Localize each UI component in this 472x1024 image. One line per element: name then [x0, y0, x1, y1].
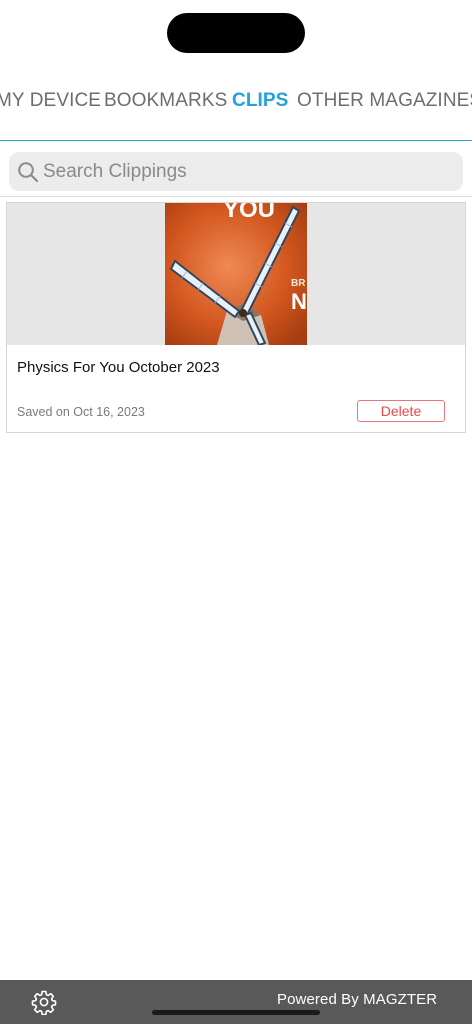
- tab-bookmarks[interactable]: BOOKMARKS: [104, 86, 227, 116]
- magazine-cover-image[interactable]: YOU BR NI: [165, 203, 307, 345]
- gear-icon[interactable]: [31, 989, 57, 1015]
- clip-title[interactable]: Physics For You October 2023: [17, 359, 220, 376]
- search-icon: [18, 162, 39, 183]
- tab-bar: MY DEVICE BOOKMARKS CLIPS OTHER MAGAZINE…: [0, 86, 472, 118]
- cover-side-text-small: BR: [291, 278, 306, 289]
- clip-thumbnail-area: YOU BR NI: [7, 203, 465, 345]
- clip-saved-date: Saved on Oct 16, 2023: [17, 405, 145, 419]
- search-input[interactable]: [43, 152, 453, 191]
- dynamic-island: [167, 13, 305, 53]
- cover-masthead-text: YOU: [223, 203, 275, 223]
- tab-clips[interactable]: CLIPS: [232, 86, 288, 116]
- home-indicator[interactable]: [152, 1010, 320, 1015]
- tab-my-device[interactable]: MY DEVICE: [0, 86, 101, 116]
- search-bar[interactable]: [9, 152, 463, 191]
- search-divider: [0, 196, 472, 197]
- powered-by-text: Powered By MAGZTER: [277, 991, 438, 1008]
- footer-bar: Powered By MAGZTER: [0, 980, 472, 1024]
- clip-card[interactable]: YOU BR NI Physics For You October 2023: [6, 202, 466, 433]
- tab-bar-divider: [0, 140, 472, 141]
- cover-side-text-large: NI: [291, 289, 307, 314]
- delete-clip-button[interactable]: Delete: [357, 400, 445, 422]
- tab-other-magazines[interactable]: OTHER MAGAZINES: [297, 86, 472, 116]
